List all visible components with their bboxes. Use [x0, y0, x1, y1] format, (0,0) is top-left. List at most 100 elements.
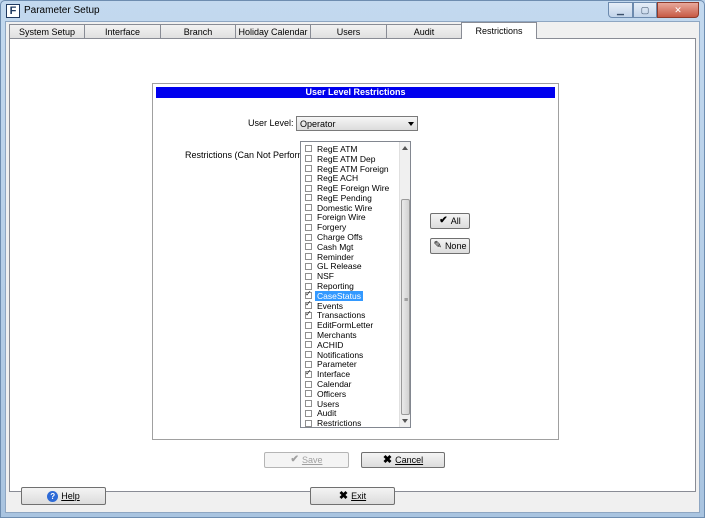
restriction-item[interactable]: RegE ATM Foreign: [301, 164, 397, 174]
restrictions-list: RegE ATM RegE ATM Dep RegE ATM Foreign RegE…: [301, 144, 397, 428]
restriction-label: Restrictions: [317, 418, 362, 428]
window-controls: ▁ ▢ ✕: [608, 2, 699, 18]
restriction-checkbox[interactable]: [305, 390, 312, 398]
user-level-restrictions-group: User Level Restrictions User Level: Oper…: [152, 83, 559, 440]
restriction-item[interactable]: Notifications: [301, 350, 397, 360]
restriction-item[interactable]: Interface: [301, 368, 397, 380]
restriction-checkbox[interactable]: [305, 321, 312, 329]
tab-restrictions[interactable]: Restrictions: [461, 22, 537, 39]
restriction-checkbox[interactable]: [305, 184, 312, 192]
restriction-item[interactable]: Calendar: [301, 379, 397, 389]
restriction-item[interactable]: Charge Offs: [301, 232, 397, 242]
help-button[interactable]: ? Help: [21, 487, 106, 505]
app-logo-icon[interactable]: F: [6, 4, 20, 18]
exit-button[interactable]: ✖ Exit: [310, 487, 395, 505]
maximize-button[interactable]: ▢: [633, 2, 657, 18]
restriction-label: RegE Foreign Wire: [317, 183, 390, 194]
restriction-label: Officers: [317, 388, 347, 399]
title-bar[interactable]: F Parameter Setup ▁ ▢ ✕: [1, 1, 704, 21]
restriction-checkbox[interactable]: [305, 204, 312, 212]
restriction-checkbox[interactable]: [305, 351, 312, 359]
restriction-checkbox[interactable]: [305, 223, 312, 231]
restriction-checkbox[interactable]: [305, 145, 312, 153]
user-level-value: Operator: [300, 118, 336, 129]
checkmark-icon: ✔: [290, 454, 299, 465]
restriction-checkbox[interactable]: [305, 409, 312, 417]
tab-users[interactable]: Users: [310, 24, 387, 38]
scroll-down-icon[interactable]: [402, 419, 408, 423]
restriction-label: Events: [317, 300, 343, 311]
select-none-button[interactable]: ✎ None: [430, 238, 470, 254]
restriction-item[interactable]: Foreign Wire: [301, 212, 397, 222]
restriction-checkbox[interactable]: [305, 272, 312, 280]
restriction-item[interactable]: Audit: [301, 408, 397, 418]
restriction-checkbox[interactable]: [305, 174, 312, 182]
restriction-checkbox[interactable]: [305, 164, 312, 172]
restriction-item[interactable]: Reminder: [301, 252, 397, 262]
restrictions-checklist[interactable]: RegE ATM RegE ATM Dep RegE ATM Foreign RegE…: [300, 141, 411, 428]
restriction-checkbox[interactable]: [305, 262, 312, 270]
scrollbar-thumb[interactable]: ≡: [401, 199, 410, 415]
restriction-item[interactable]: EditFormLetter: [301, 320, 397, 330]
restriction-label: Users: [317, 398, 340, 409]
restriction-item[interactable]: GL Release: [301, 261, 397, 271]
restriction-item[interactable]: RegE ATM Dep: [301, 154, 397, 164]
restriction-item[interactable]: Officers: [301, 389, 397, 399]
restriction-checkbox[interactable]: [305, 213, 312, 221]
restriction-item[interactable]: RegE ACH: [301, 173, 397, 183]
tab-strip: System Setup Interface Branch Holiday Ca…: [9, 22, 537, 39]
restriction-item[interactable]: Users: [301, 399, 397, 409]
restriction-item[interactable]: Cash Mgt: [301, 242, 397, 252]
restriction-checkbox[interactable]: [305, 243, 312, 251]
restriction-item[interactable]: ACHID: [301, 340, 397, 350]
restriction-checkbox[interactable]: [305, 341, 312, 349]
tab-interface[interactable]: Interface: [84, 24, 161, 38]
tab-system-setup[interactable]: System Setup: [9, 24, 85, 38]
restriction-item[interactable]: RegE ATM: [301, 144, 397, 154]
tab-branch[interactable]: Branch: [160, 24, 236, 38]
restriction-item[interactable]: Restrictions: [301, 418, 397, 428]
restriction-checkbox[interactable]: [305, 419, 312, 427]
checkmark-icon: ✔: [439, 215, 448, 226]
x-icon: ✖: [338, 490, 349, 502]
restriction-item[interactable]: Forgery: [301, 222, 397, 232]
tab-holiday-calendar[interactable]: Holiday Calendar: [235, 24, 311, 38]
close-button[interactable]: ✕: [657, 2, 699, 18]
restriction-label: Merchants: [317, 330, 357, 341]
select-all-button[interactable]: ✔ All: [430, 213, 470, 229]
restriction-label: RegE ATM Dep: [317, 153, 376, 164]
restrictions-scrollbar[interactable]: ≡: [399, 142, 410, 427]
restriction-checkbox[interactable]: [305, 253, 312, 261]
restriction-checkbox[interactable]: [305, 309, 312, 319]
restriction-checkbox[interactable]: [305, 331, 312, 339]
restriction-item[interactable]: Merchants: [301, 330, 397, 340]
save-button[interactable]: ✔ Save: [264, 452, 349, 468]
user-level-dropdown[interactable]: Operator: [296, 116, 418, 131]
minimize-button[interactable]: ▁: [608, 2, 633, 18]
bottom-button-bar: ? Help ✖ Exit: [6, 487, 699, 512]
restriction-item[interactable]: Reporting: [301, 281, 397, 291]
restriction-label: Charge Offs: [317, 232, 363, 243]
restriction-checkbox[interactable]: [305, 233, 312, 241]
restriction-item[interactable]: RegE Foreign Wire: [301, 183, 397, 193]
restriction-label: Interface: [317, 369, 351, 380]
eraser-icon: ✎: [433, 240, 442, 251]
restriction-item[interactable]: Parameter: [301, 359, 397, 370]
restriction-checkbox[interactable]: [305, 400, 312, 408]
restriction-checkbox[interactable]: [305, 155, 312, 163]
restriction-item[interactable]: CaseStatus: [301, 289, 397, 301]
restriction-item[interactable]: RegE Pending: [301, 193, 397, 203]
restriction-item[interactable]: Domestic Wire: [301, 203, 397, 213]
cancel-button[interactable]: ✖ Cancel: [361, 452, 445, 468]
restriction-checkbox[interactable]: [305, 380, 312, 388]
restriction-item[interactable]: Events: [301, 299, 397, 311]
restriction-label: EditFormLetter: [317, 320, 374, 331]
tab-audit[interactable]: Audit: [386, 24, 462, 38]
restriction-checkbox[interactable]: [305, 368, 312, 378]
grip-icon: ≡: [404, 297, 409, 304]
scroll-up-icon[interactable]: [402, 146, 408, 150]
restriction-item[interactable]: Transactions: [301, 309, 397, 320]
restriction-item[interactable]: NSF: [301, 271, 397, 281]
restriction-label: Parameter: [317, 359, 357, 370]
restriction-checkbox[interactable]: [305, 194, 312, 202]
